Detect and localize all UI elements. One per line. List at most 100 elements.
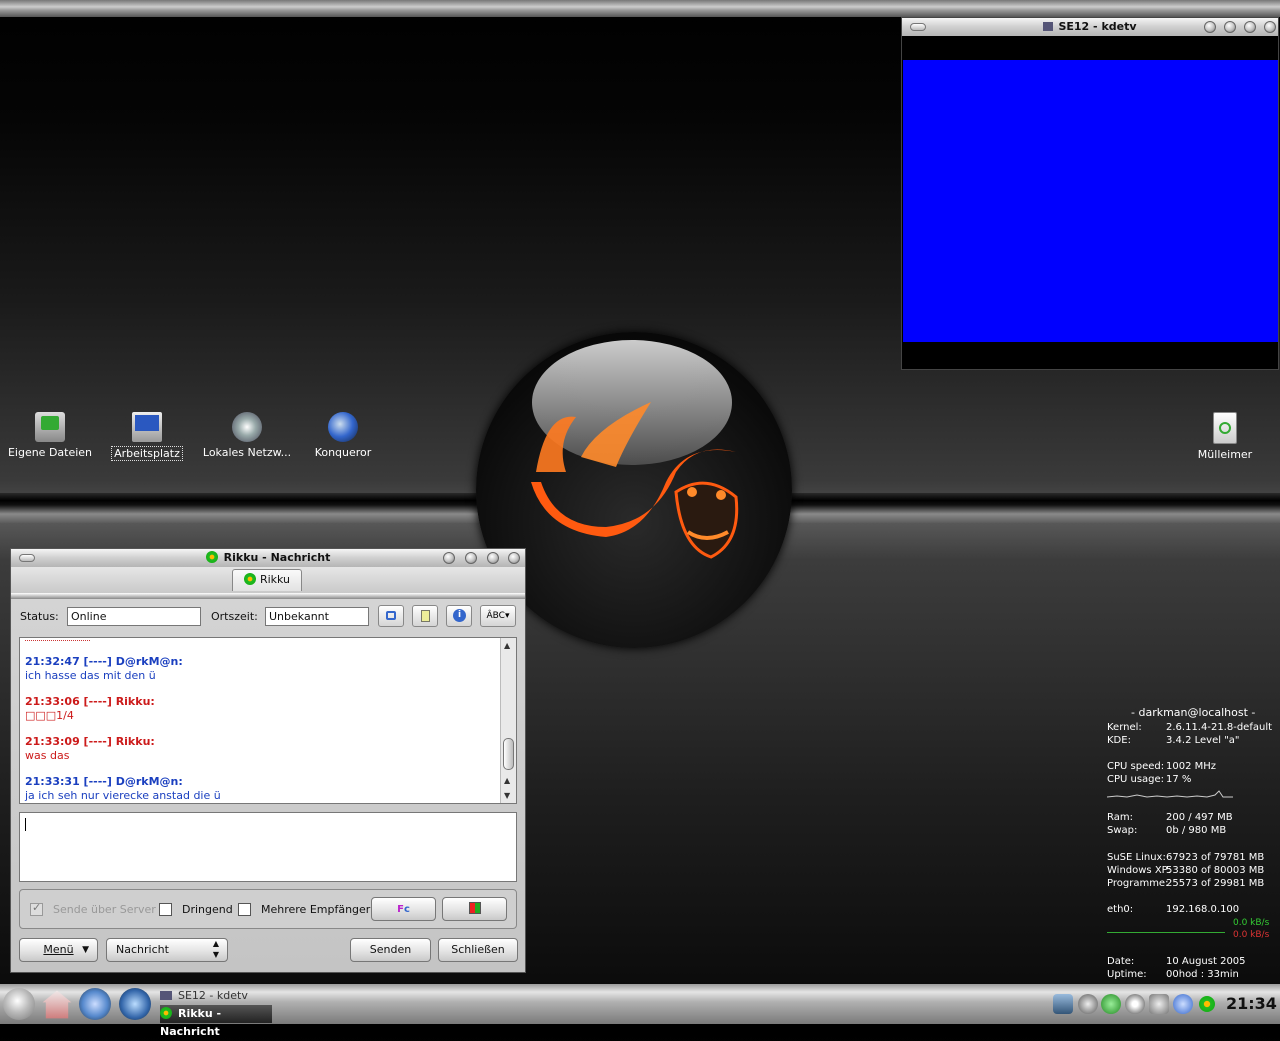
suse-tray-icon[interactable]	[1101, 994, 1121, 1014]
net-download-rate: 0.0 kB/s	[1233, 930, 1270, 940]
message-input[interactable]	[19, 812, 517, 882]
user-info-button[interactable]: i	[446, 605, 472, 627]
tab-rikku[interactable]: Rikku	[232, 569, 302, 591]
computer-icon	[132, 412, 162, 442]
network-tray-icon[interactable]	[1149, 994, 1169, 1014]
volume-tray-icon[interactable]	[1078, 994, 1098, 1014]
clock[interactable]: 21:34	[1226, 994, 1277, 1013]
window-menu-button[interactable]	[910, 23, 926, 31]
message-entry: 21:33:31 [----] D@rkM@n: ja ich seh nur …	[25, 775, 221, 803]
net-graph-line	[1107, 932, 1225, 933]
spellcheck-button[interactable]: ÂBC▾	[480, 605, 516, 627]
font-color-button[interactable]: Fc	[371, 897, 436, 921]
options-group: ✓ Sende über Server Dringend Mehrere Emp…	[19, 889, 517, 929]
kernel-label: Kernel:	[1107, 722, 1142, 733]
eth-label: eth0:	[1107, 904, 1134, 915]
send-via-server-label: Sende über Server	[53, 903, 156, 916]
swap-label: Swap:	[1107, 825, 1138, 836]
icq-flower-icon	[160, 1007, 172, 1019]
message-header: 21:33:31 [----] D@rkM@n:	[25, 775, 183, 788]
urgent-label: Dringend	[182, 903, 233, 916]
desktop-icon-eigene-dateien[interactable]: Eigene Dateien	[0, 412, 100, 459]
desktop-icon-konqueror[interactable]: Konqueror	[293, 412, 393, 459]
message-text: ja ich seh nur vierecke anstad die ü	[25, 789, 221, 802]
disk-suse-value: 67923 of 79781 MB	[1166, 852, 1265, 863]
icq-flower-icon	[205, 551, 218, 563]
minimize-button[interactable]	[465, 552, 477, 564]
message-text: ich hasse das mit den ü	[25, 669, 156, 682]
send-via-server-checkbox[interactable]: ✓	[30, 901, 43, 916]
desktop-icon-label: Mülleimer	[1197, 448, 1253, 461]
scroll-thumb[interactable]	[503, 738, 514, 770]
minimize-button[interactable]	[1224, 21, 1236, 33]
icq-tray-icon[interactable]	[1199, 996, 1215, 1012]
disk-windows-value: 53380 of 80003 MB	[1166, 865, 1265, 876]
lock-icon	[386, 611, 396, 620]
kopete-tray-icon[interactable]	[1173, 994, 1193, 1014]
font-color-icon: F	[397, 904, 404, 915]
kmenu-apple-icon[interactable]	[3, 988, 35, 1020]
cut-off-previous-message	[25, 638, 90, 641]
text-cursor	[25, 818, 26, 831]
close-button[interactable]	[508, 552, 520, 564]
send-button[interactable]: Senden	[350, 938, 431, 962]
security-button[interactable]	[378, 605, 404, 627]
menu-button[interactable]: Menü ▼	[19, 938, 98, 962]
kdetv-titlebar[interactable]: SE12 - kdetv	[902, 18, 1278, 36]
konqueror-icon[interactable]	[79, 988, 111, 1020]
taskbar-item-kdetv[interactable]: SE12 - kdetv	[160, 987, 248, 1005]
chat-titlebar[interactable]: Rikku - Nachricht	[11, 549, 525, 567]
chat-window[interactable]: Rikku - Nachricht Rikku Status: Online O…	[10, 548, 526, 973]
scroll-up-arrow-icon[interactable]: ▲	[504, 641, 510, 650]
window-menu-button[interactable]	[19, 554, 35, 562]
multiple-recipients-label: Mehrere Empfänger	[261, 903, 371, 916]
help-button[interactable]	[443, 552, 455, 564]
message-text: was das	[25, 749, 70, 762]
close-dialog-button[interactable]: Schließen	[438, 938, 518, 962]
localtime-field[interactable]: Unbekannt	[265, 607, 369, 626]
cpu-usage-label: CPU usage:	[1107, 774, 1165, 785]
multiple-recipients-checkbox[interactable]	[238, 903, 251, 916]
info-icon: i	[453, 609, 466, 622]
close-button[interactable]	[1264, 21, 1276, 33]
status-field[interactable]: Online	[67, 607, 201, 626]
updown-arrow-icon: ▲ ▼	[212, 939, 219, 959]
message-type-select[interactable]: Nachricht ▲ ▼	[106, 938, 228, 962]
message-header: 21:32:47 [----] D@rkM@n:	[25, 655, 183, 668]
history-button[interactable]	[412, 605, 438, 627]
tab-label: Rikku	[259, 573, 291, 586]
desktop-icon-muelleimer[interactable]: Mülleimer	[1175, 412, 1275, 461]
message-type-value: Nachricht	[116, 943, 169, 956]
message-history[interactable]: 21:32:47 [----] D@rkM@n: ich hasse das m…	[19, 637, 517, 804]
network-icon	[232, 412, 262, 442]
cpu-graph	[1107, 790, 1233, 798]
tv-screen[interactable]	[903, 60, 1278, 342]
color-grid-icon	[468, 902, 481, 914]
maximize-button[interactable]	[1244, 21, 1256, 33]
maximize-button[interactable]	[487, 552, 499, 564]
divider	[11, 593, 525, 599]
menu-button-label: Menü	[43, 943, 74, 956]
gear-tray-icon[interactable]	[1125, 994, 1145, 1014]
uptime-value: 00hod : 33min	[1166, 969, 1239, 980]
kde-value: 3.4.2 Level "a"	[1166, 735, 1240, 746]
disk-windows-label: Windows XP:	[1107, 865, 1172, 876]
taskbar-item-rikku[interactable]: Rikku - Nachricht	[160, 1005, 272, 1038]
desktop-icon-arbeitsplatz[interactable]: Arbeitsplatz	[97, 412, 197, 461]
scroll-down-arrow-icon[interactable]: ▼	[504, 791, 510, 800]
display-tray-icon[interactable]	[1053, 994, 1073, 1014]
kdetv-window[interactable]: SE12 - kdetv	[901, 17, 1279, 370]
help-button[interactable]	[1204, 21, 1216, 33]
urgent-checkbox[interactable]	[159, 903, 172, 916]
kopete-icon[interactable]	[119, 988, 151, 1020]
kernel-value: 2.6.11.4-21.8-default	[1166, 722, 1273, 733]
history-scrollbar[interactable]: ▲ ▲ ▼	[500, 638, 516, 803]
cpu-speed-value: 1002 MHz	[1166, 761, 1217, 772]
date-label: Date:	[1107, 956, 1135, 967]
background-color-button[interactable]	[442, 897, 507, 921]
desktop-icon-lokales-netzwerk[interactable]: Lokales Netzw...	[197, 412, 297, 459]
home-icon[interactable]	[42, 990, 72, 1019]
swap-value: 0b / 980 MB	[1166, 825, 1227, 836]
tab-bar: Rikku	[11, 567, 525, 593]
scroll-up-arrow-icon[interactable]: ▲	[504, 776, 510, 785]
